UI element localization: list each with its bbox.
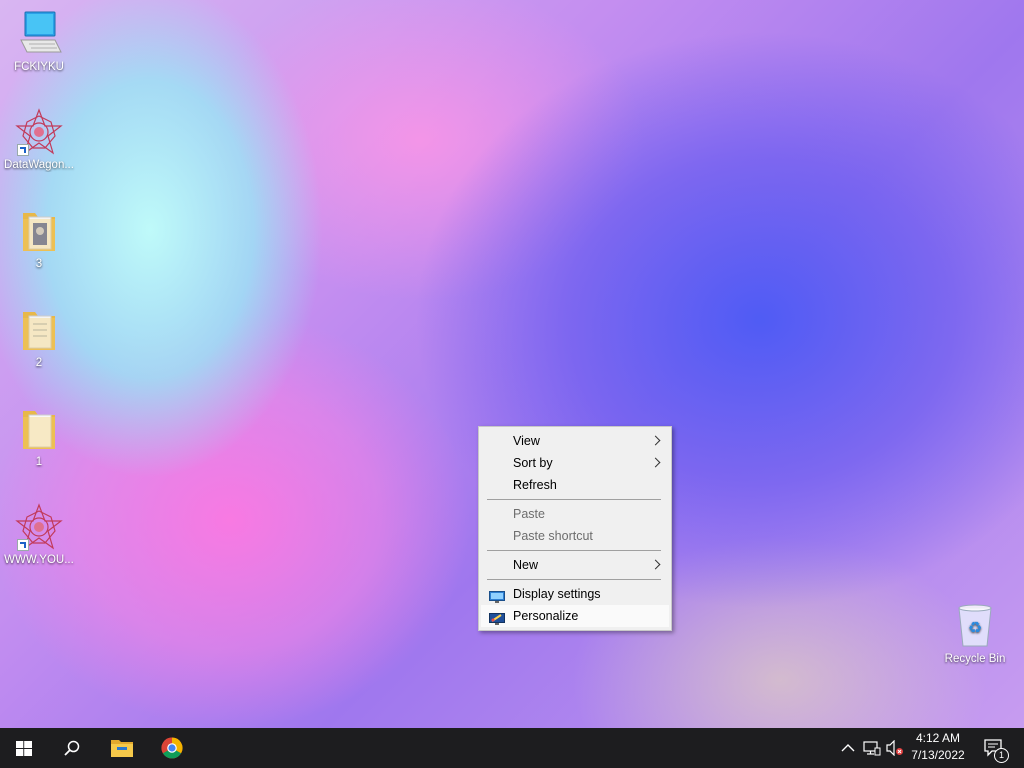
shortcut-arrow-icon — [17, 539, 29, 551]
clock-time: 4:12 AM — [915, 731, 961, 745]
folder-icon — [15, 405, 63, 453]
folder-icon — [15, 306, 63, 354]
menu-item-new[interactable]: New — [481, 554, 669, 576]
menu-item-label: Personalize — [513, 609, 579, 623]
personalize-icon — [489, 610, 505, 625]
taskbar: 4:12 AM 7/13/2022 1 — [0, 728, 1024, 768]
display-settings-icon — [489, 588, 505, 603]
desktop-icon-label: DataWagon... — [4, 159, 74, 171]
desktop-icon-label: 1 — [35, 456, 43, 468]
web-app-icon — [15, 503, 63, 551]
menu-item-paste-shortcut[interactable]: Paste shortcut — [481, 525, 669, 547]
menu-item-label: View — [513, 434, 540, 448]
desktop-icon-datawagon[interactable]: DataWagon... — [1, 108, 77, 172]
menu-item-label: Paste — [513, 507, 545, 521]
computer-icon — [15, 10, 63, 58]
chevron-up-icon[interactable] — [840, 740, 856, 756]
menu-item-label: Sort by — [513, 456, 553, 470]
desktop-icon-www[interactable]: WWW.YOU... — [1, 503, 77, 567]
desktop-icon-label: Recycle Bin — [944, 653, 1006, 665]
menu-separator — [487, 579, 661, 580]
file-explorer-icon — [111, 738, 133, 761]
network-icon[interactable] — [863, 740, 881, 756]
shortcut-arrow-icon — [17, 144, 29, 156]
chrome-icon — [161, 737, 183, 762]
start-button[interactable] — [0, 728, 48, 768]
system-clock[interactable]: 4:12 AM 7/13/2022 — [906, 730, 970, 764]
menu-item-personalize[interactable]: Personalize — [481, 605, 669, 627]
chevron-right-icon — [650, 559, 661, 570]
menu-item-label: Refresh — [513, 478, 557, 492]
menu-item-sort-by[interactable]: Sort by — [481, 452, 669, 474]
desktop-icon-folder-2[interactable]: 2 — [1, 306, 77, 370]
menu-separator — [487, 550, 661, 551]
menu-separator — [487, 499, 661, 500]
desktop-icon-recycle-bin[interactable]: ♻ Recycle Bin — [937, 602, 1013, 666]
menu-item-label: Display settings — [513, 587, 601, 601]
search-icon — [64, 740, 80, 759]
clock-date: 7/13/2022 — [911, 748, 965, 762]
chrome-button[interactable] — [148, 728, 196, 768]
notification-count-badge: 1 — [994, 748, 1009, 763]
desktop-icon-label: 3 — [35, 258, 43, 270]
notification-center-button[interactable]: 1 — [980, 728, 1020, 768]
chevron-right-icon — [650, 457, 661, 468]
folder-icon — [15, 207, 63, 255]
desktop-context-menu: View Sort by Refresh Paste Paste shortcu… — [478, 426, 672, 631]
chevron-right-icon — [650, 435, 661, 446]
volume-muted-icon[interactable] — [886, 739, 903, 757]
desktop-icon-folder-3[interactable]: 3 — [1, 207, 77, 271]
recycle-bin-icon: ♻ — [951, 602, 999, 650]
menu-item-label: New — [513, 558, 539, 572]
menu-item-display-settings[interactable]: Display settings — [481, 583, 669, 605]
desktop-icon-folder-1[interactable]: 1 — [1, 405, 77, 469]
desktop-icon-computer[interactable]: FCKIYKU — [1, 10, 77, 74]
menu-item-view[interactable]: View — [481, 430, 669, 452]
desktop-icon-label: 2 — [35, 357, 43, 369]
menu-item-refresh[interactable]: Refresh — [481, 474, 669, 496]
windows-start-icon — [16, 741, 32, 759]
menu-item-paste[interactable]: Paste — [481, 503, 669, 525]
desktop-icon-label: FCKIYKU — [14, 61, 64, 73]
datawagon-app-icon — [15, 108, 63, 156]
desktop-icon-label: WWW.YOU... — [4, 554, 74, 566]
file-explorer-button[interactable] — [98, 728, 146, 768]
menu-item-label: Paste shortcut — [513, 529, 593, 543]
search-button[interactable] — [48, 728, 96, 768]
svg-text:♻: ♻ — [968, 618, 982, 637]
desktop[interactable]: FCKIYKU DataWagon... 3 2 1 WWW.YOU... ♻ … — [0, 0, 1024, 728]
